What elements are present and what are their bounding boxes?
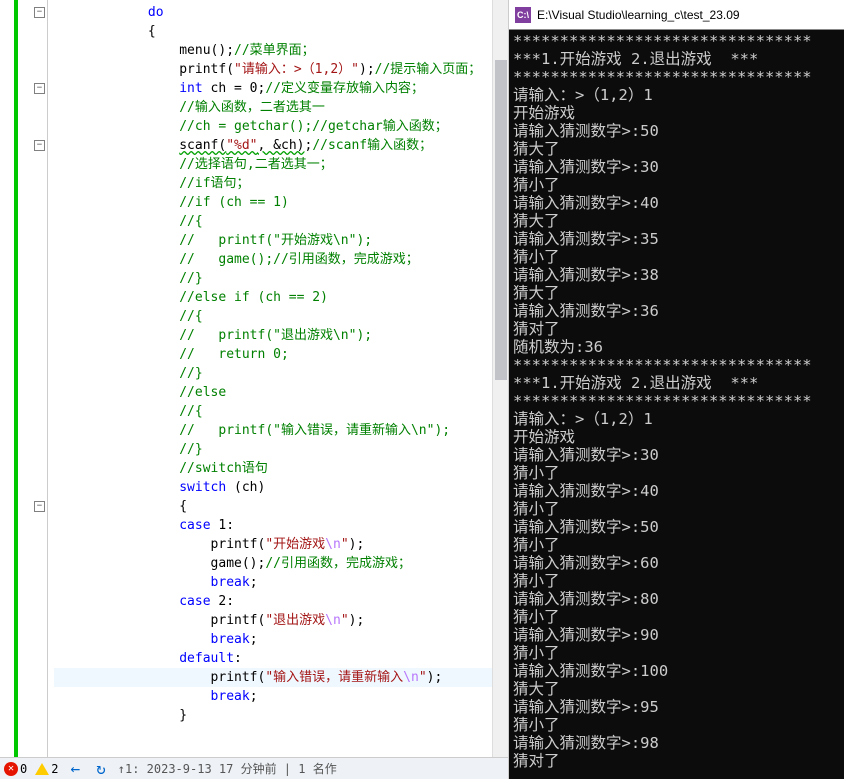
code-line[interactable]: //{ <box>54 212 508 231</box>
code-line[interactable]: switch (ch) <box>54 478 508 497</box>
code-line[interactable]: printf("退出游戏\n"); <box>54 611 508 630</box>
code-line[interactable]: // printf("输入错误，请重新输入\n"); <box>54 421 508 440</box>
code-line[interactable]: game();//引用函数，完成游戏； <box>54 554 508 573</box>
code-line[interactable]: //{ <box>54 307 508 326</box>
console-title-text: E:\Visual Studio\learning_c\test_23.09 <box>537 8 740 22</box>
code-area[interactable]: − − − − do { menu();//菜单界面； printf("请输入：>（1… <box>0 0 508 757</box>
console-output[interactable]: ******************************** ***1.开始… <box>509 30 844 779</box>
console-titlebar[interactable]: C:\ E:\Visual Studio\learning_c\test_23.… <box>509 0 844 30</box>
code-line[interactable]: //} <box>54 440 508 459</box>
code-line[interactable]: { <box>54 22 508 41</box>
code-line[interactable]: printf("输入错误，请重新输入\n"); <box>54 668 508 687</box>
console-pane: C:\ E:\Visual Studio\learning_c\test_23.… <box>508 0 844 779</box>
code-line[interactable]: //else if (ch == 2) <box>54 288 508 307</box>
error-count-value: 0 <box>20 762 27 776</box>
code-line[interactable]: break; <box>54 573 508 592</box>
error-icon: ✕ <box>4 762 18 776</box>
fold-toggle[interactable]: − <box>34 140 45 151</box>
fold-toggle[interactable]: − <box>34 501 45 512</box>
code-line[interactable]: default: <box>54 649 508 668</box>
code-line[interactable]: scanf("%d", &ch);//scanf输入函数； <box>54 136 508 155</box>
code-line[interactable]: } <box>54 706 508 725</box>
fold-toggle[interactable]: − <box>34 7 45 18</box>
code-line[interactable]: printf("请输入：>（1,2）");//提示输入页面； <box>54 60 508 79</box>
code-line[interactable]: // printf("开始游戏\n"); <box>54 231 508 250</box>
code-line[interactable]: // game();//引用函数，完成游戏； <box>54 250 508 269</box>
warning-icon <box>35 763 49 775</box>
code-line[interactable]: menu();//菜单界面； <box>54 41 508 60</box>
vertical-scrollbar[interactable] <box>492 0 508 757</box>
console-app-icon: C:\ <box>515 7 531 23</box>
code-line[interactable]: case 2: <box>54 592 508 611</box>
code-line[interactable]: //else <box>54 383 508 402</box>
status-bar: ✕ 0 2 ← ↻ ↑1: 2023-9-13 17 分钟前 | 1 名作 <box>0 757 508 779</box>
code-line[interactable]: int ch = 0;//定义变量存放输入内容； <box>54 79 508 98</box>
nav-forward-button[interactable]: ↻ <box>92 759 110 778</box>
code-line[interactable]: case 1: <box>54 516 508 535</box>
warning-count[interactable]: 2 <box>35 762 58 776</box>
nav-back-button[interactable]: ← <box>66 759 84 778</box>
code-line[interactable]: //} <box>54 364 508 383</box>
code-line[interactable]: //if语句； <box>54 174 508 193</box>
line-numbers <box>0 0 14 757</box>
code-content[interactable]: do { menu();//菜单界面； printf("请输入：>（1,2）")… <box>48 0 508 757</box>
code-line[interactable]: // printf("退出游戏\n"); <box>54 326 508 345</box>
change-bar <box>14 0 18 757</box>
scroll-thumb[interactable] <box>495 60 507 380</box>
gutter: − − − − <box>14 0 48 757</box>
code-line[interactable]: break; <box>54 630 508 649</box>
code-line[interactable]: //{ <box>54 402 508 421</box>
code-line[interactable]: printf("开始游戏\n"); <box>54 535 508 554</box>
code-line[interactable]: //} <box>54 269 508 288</box>
code-line[interactable]: // return 0; <box>54 345 508 364</box>
warning-count-value: 2 <box>51 762 58 776</box>
code-line[interactable]: //switch语句 <box>54 459 508 478</box>
main-container: − − − − do { menu();//菜单界面； printf("请输入：>（1… <box>0 0 844 779</box>
code-line[interactable]: //if (ch == 1) <box>54 193 508 212</box>
fold-toggle[interactable]: − <box>34 83 45 94</box>
code-line[interactable]: { <box>54 497 508 516</box>
editor-pane: − − − − do { menu();//菜单界面； printf("请输入：>（1… <box>0 0 508 779</box>
code-line[interactable]: break; <box>54 687 508 706</box>
error-count[interactable]: ✕ 0 <box>4 762 27 776</box>
code-line[interactable]: //选择语句,二者选其一； <box>54 155 508 174</box>
status-info: ↑1: 2023-9-13 17 分钟前 | 1 名作 <box>118 760 337 777</box>
code-line[interactable]: //ch = getchar();//getchar输入函数； <box>54 117 508 136</box>
code-line[interactable]: do <box>54 3 508 22</box>
code-line[interactable]: //输入函数，二者选其一 <box>54 98 508 117</box>
